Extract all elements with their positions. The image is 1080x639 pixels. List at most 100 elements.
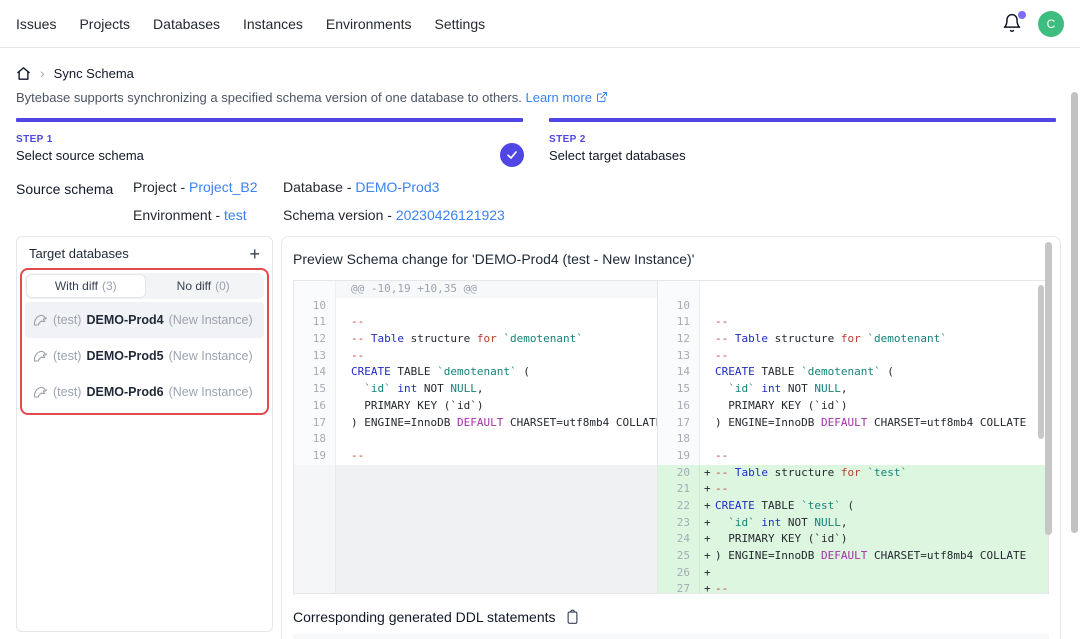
diff-line-number: 10	[294, 298, 336, 315]
nav-item-settings[interactable]: Settings	[435, 16, 486, 32]
page-scrollbar[interactable]	[1071, 92, 1078, 533]
diff-line-number: 24	[658, 531, 700, 548]
diff-line-number: 25	[658, 548, 700, 565]
step-1-label: STEP 1	[16, 134, 523, 145]
diff-line-number: 14	[294, 364, 336, 381]
diff-line-code: CREATE TABLE `test` (	[715, 498, 854, 515]
breadcrumb: › Sync Schema	[16, 65, 1064, 81]
diff-line: 19 --	[294, 448, 657, 465]
target-databases-panel: Target databases + With diff(3)No diff(0…	[16, 236, 273, 632]
diff-line-marker	[700, 398, 715, 415]
diff-line-marker	[700, 364, 715, 381]
diff-line: 12 -- Table structure for `demotenant`	[658, 331, 1048, 348]
diff-line: 16 PRIMARY KEY (`id`)	[658, 398, 1048, 415]
diff-line-marker	[336, 415, 351, 432]
diff-line-number: 17	[294, 415, 336, 432]
diff-line-marker: +	[700, 481, 715, 498]
add-target-database-button[interactable]: +	[249, 247, 260, 261]
source-schema-fields: Project - Project_B2Database - DEMO-Prod…	[133, 179, 505, 223]
diff-line-marker	[336, 364, 351, 381]
top-navbar: Issues Projects Databases Instances Environm…	[0, 0, 1080, 48]
navbar-right: C	[1002, 11, 1064, 37]
diff-modified-pane: 10 11 --12 -- Table structure for `demot…	[658, 281, 1048, 593]
diff-line-marker	[700, 298, 715, 315]
nav-item-environments[interactable]: Environments	[326, 16, 412, 32]
main-nav: Issues Projects Databases Instances Environm…	[16, 16, 485, 32]
notifications-button[interactable]	[1002, 13, 1024, 35]
avatar[interactable]: C	[1038, 11, 1064, 37]
diff-line-number: 27	[658, 581, 700, 593]
diff-line-number: 19	[658, 448, 700, 465]
nav-item-projects[interactable]: Projects	[79, 16, 130, 32]
diff-line-marker	[700, 415, 715, 432]
mysql-icon	[32, 384, 48, 400]
target-database-item[interactable]: (test) DEMO-Prod6 (New Instance)	[25, 374, 264, 410]
learn-more-link[interactable]: Learn more	[525, 90, 607, 105]
field-value-link[interactable]: DEMO-Prod3	[355, 179, 439, 195]
nav-item-issues[interactable]: Issues	[16, 16, 56, 32]
diff-line-number: 16	[294, 398, 336, 415]
diff-line: 21+--	[658, 481, 1048, 498]
diff-line-marker	[336, 381, 351, 398]
diff-line: 23+ `id` int NOT NULL,	[658, 515, 1048, 532]
diff-line-marker: +	[700, 581, 715, 593]
home-icon[interactable]	[16, 66, 31, 81]
field-name: Database -	[283, 179, 355, 195]
step-2-title: Select target databases	[549, 148, 1056, 163]
diff-line: 15 `id` int NOT NULL,	[658, 381, 1048, 398]
diff-line-marker: +	[700, 531, 715, 548]
field-value-link[interactable]: 20230426121923	[396, 207, 505, 223]
diff-line-marker: +	[700, 465, 715, 482]
target-database-item[interactable]: (test) DEMO-Prod4 (New Instance)	[25, 302, 264, 338]
field-value-link[interactable]: test	[224, 207, 247, 223]
diff-line: 19 --	[658, 448, 1048, 465]
diff-line-code: --	[715, 581, 728, 593]
db-instance-suffix: (New Instance)	[169, 349, 253, 363]
field-value-link[interactable]: Project_B2	[189, 179, 257, 195]
copy-clipboard-icon[interactable]	[565, 609, 580, 625]
diff-line-marker	[336, 448, 351, 465]
diff-line-code: --	[715, 314, 728, 331]
diff-line-marker: +	[700, 548, 715, 565]
preview-card-scrollbar[interactable]	[1045, 242, 1052, 535]
ddl-section-header: Corresponding generated DDL statements	[293, 609, 1049, 625]
diff-line-code: PRIMARY KEY (`id`)	[715, 531, 847, 548]
diff-line: 12 -- Table structure for `demotenant`	[294, 331, 657, 348]
nav-item-instances[interactable]: Instances	[243, 16, 303, 32]
diff-line-number	[658, 281, 700, 298]
tab-label: With diff	[55, 279, 98, 293]
diff-line-number: 11	[294, 314, 336, 331]
diff-line-code: --	[715, 348, 728, 365]
diff-line-marker	[336, 314, 351, 331]
target-database-item[interactable]: (test) DEMO-Prod5 (New Instance)	[25, 338, 264, 374]
tab-no-diff[interactable]: No diff(0)	[145, 275, 263, 297]
diff-line-code: --	[351, 314, 364, 331]
diff-line-marker	[700, 381, 715, 398]
step-2-progress-bar	[549, 118, 1056, 122]
field-name: Schema version -	[283, 207, 396, 223]
ddl-statements-preview	[293, 634, 1049, 639]
diff-pane-scrollbar[interactable]	[1038, 285, 1044, 439]
field-name: Project -	[133, 179, 189, 195]
diff-line-marker	[336, 281, 351, 298]
nav-item-databases[interactable]: Databases	[153, 16, 220, 32]
step-2-label: STEP 2	[549, 134, 1056, 145]
tab-with-diff[interactable]: With diff(3)	[27, 275, 145, 297]
diff-line: 25+) ENGINE=InnoDB DEFAULT CHARSET=utf8m…	[658, 548, 1048, 565]
diff-line-number: 12	[658, 331, 700, 348]
learn-more-label: Learn more	[525, 90, 591, 105]
diff-line-marker: +	[700, 498, 715, 515]
tab-label: No diff	[177, 279, 211, 293]
target-panel-header: Target databases +	[17, 237, 272, 268]
preview-panel: Preview Schema change for 'DEMO-Prod4 (t…	[281, 236, 1061, 639]
diff-empty-filler	[294, 465, 657, 593]
step-1-progress-bar	[16, 118, 523, 122]
diff-line: 10	[294, 298, 657, 315]
diff-line-code: CREATE TABLE `demotenant` (	[715, 364, 894, 381]
source-field-project: Project - Project_B2	[133, 179, 283, 195]
step-1-title: Select source schema	[16, 148, 523, 163]
notification-dot	[1018, 11, 1026, 19]
source-field-database: Database - DEMO-Prod3	[283, 179, 505, 195]
diff-line-marker	[336, 398, 351, 415]
diff-line: 11 --	[294, 314, 657, 331]
